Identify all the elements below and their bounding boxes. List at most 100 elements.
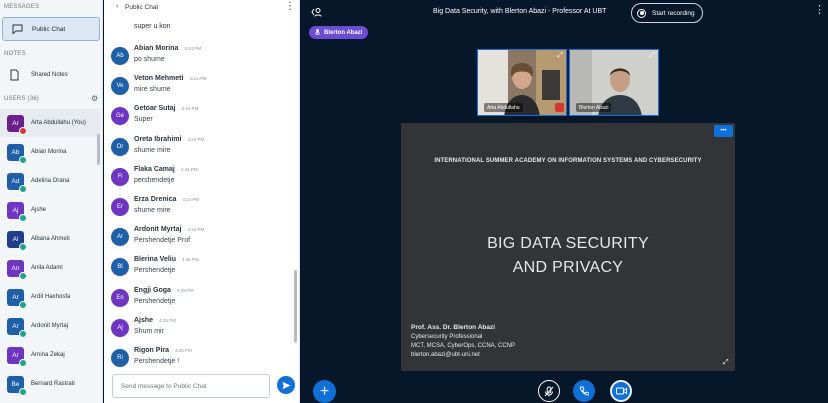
role-badge-icon [19, 242, 27, 251]
message-text: Pershendetje ! [134, 358, 180, 365]
webcam-tile[interactable]: ⤢ Arta Abdullahu [477, 49, 567, 116]
message-text: mire shume [134, 86, 171, 94]
chat-message: Ge Getoar Sutaj 4:24 PM Super [104, 102, 296, 132]
user-name: Ajshe [31, 207, 47, 213]
avatar-initials: Ar [12, 119, 19, 127]
message-time: 4:25 PM [176, 287, 194, 293]
slide-email: blerton.abazi@ubt-uni.net [411, 352, 480, 358]
chat-message: Bl Blerina Veliu 4:25 PM Pershendetje [104, 253, 296, 283]
start-recording-button[interactable]: Start recording [631, 3, 703, 23]
avatar: An [7, 259, 27, 280]
avatar-initials: An [11, 264, 20, 272]
chat-message: Er Erza Drenica 4:24 PM shume mire [104, 193, 296, 223]
role-badge-icon [19, 358, 27, 367]
user-list-item[interactable]: Be Bernard Rastrati [0, 370, 100, 398]
avatar-initials: Ri [117, 355, 123, 361]
send-message-button[interactable] [277, 376, 295, 394]
avatar-initials: Al [12, 235, 19, 243]
chat-scrollbar[interactable] [294, 270, 297, 343]
user-name: Albana Ahmeti [31, 236, 70, 242]
presentation-slide: ••• INTERNATIONAL SUMMER ACADEMY ON INFO… [401, 123, 735, 371]
message-time: 4:25 PM [159, 317, 176, 323]
notes-section-title: NOTES [4, 51, 26, 57]
chat-message: Ve Veton Mehmeti 4:24 PM mire shume [104, 72, 296, 102]
avatar-initials: Ab [116, 53, 124, 59]
chat-bubble-icon [12, 24, 23, 34]
role-badge-icon [19, 387, 27, 396]
chat-header: ‹ Public Chat ⋮ [104, 0, 300, 16]
expand-icon[interactable]: ⤢ [649, 52, 655, 60]
chat-message: En Engji Goga 4:25 PM Pershendetje [104, 284, 296, 314]
message-sender: Veton Mehmeti 4:24 PM [134, 75, 206, 82]
user-list-item[interactable]: Ab Abian Morina [0, 138, 100, 166]
avatar: Er [111, 198, 129, 216]
role-badge-icon [19, 329, 27, 338]
options-menu-icon[interactable]: ⋮ [814, 5, 825, 16]
message-text: Pershendetje [134, 297, 176, 305]
message-time: 4:24 PM [187, 227, 205, 233]
chat-message: Ab Abian Morina 4:24 PM po shume [104, 42, 296, 72]
role-badge-icon [19, 155, 27, 164]
user-list-item[interactable]: An Anila Adami [0, 254, 100, 282]
avatar: Ab [7, 143, 27, 164]
avatar-initials: Aj [12, 206, 19, 214]
chat-message-input[interactable] [112, 374, 270, 398]
gear-icon[interactable]: ⚙ [91, 95, 98, 103]
avatar: Ri [111, 349, 129, 367]
user-name: Ardit Haxhosfa [31, 294, 71, 300]
toggle-user-list-icon[interactable] [311, 7, 323, 17]
talker-name: Blerton Abazi [324, 29, 363, 36]
user-list-item[interactable]: Ar Ardit Haxhosfa [0, 283, 100, 311]
leave-audio-button[interactable] [573, 380, 595, 402]
user-list-item[interactable]: Aj Ajshe [0, 196, 100, 224]
message-time: 4:24 PM [189, 76, 207, 82]
user-list-item[interactable]: Ar Arnina Zekaj [0, 341, 100, 369]
sender-name: Engji Goga [134, 286, 171, 294]
avatar: Bl [111, 258, 129, 277]
sender-name: Blerina Veliu [134, 256, 177, 264]
message-text: shume mire [134, 146, 171, 154]
talking-indicator: Blerton Abazi [309, 26, 369, 39]
message-time: 4:24 PM [182, 197, 200, 202]
webcam-tile[interactable]: ⤢ Blerton Abazi [569, 49, 659, 116]
avatar-initials: Ar [12, 293, 19, 301]
message-text: shume mire [134, 207, 171, 214]
user-list-scrollbar[interactable] [97, 134, 100, 165]
user-list-item[interactable]: Ar Ardonit Myrtaj [0, 312, 100, 340]
fullscreen-icon[interactable]: ⤢ [723, 359, 729, 367]
avatar-initials: Or [116, 143, 124, 150]
expand-icon[interactable]: ⤢ [557, 52, 563, 60]
sender-name: Rigon Pira [134, 347, 170, 354]
share-webcam-button[interactable] [610, 380, 632, 402]
user-list-item[interactable]: Al Albana Ahmeti [0, 225, 100, 253]
message-sender: Blerina Veliu 4:25 PM [134, 256, 199, 263]
record-label: Start recording [652, 9, 695, 17]
message-sender: Erza Drenica 4:24 PM [134, 196, 199, 203]
mute-microphone-button[interactable] [538, 380, 560, 402]
record-icon [637, 8, 646, 18]
message-sender: Ajshe 4:25 PM [134, 317, 176, 324]
message-time: 4:24 PM [181, 106, 199, 112]
avatar-initials: Aj [117, 324, 123, 331]
public-chat-item[interactable]: Public Chat [2, 17, 100, 41]
avatar-initials: Ar [12, 322, 19, 330]
avatar-initials: Ad [11, 177, 20, 185]
chat-options-icon[interactable]: ⋮ [285, 2, 295, 12]
avatar: Ge [111, 107, 129, 126]
muted-mic-icon [555, 103, 564, 112]
presentation-options-button[interactable]: ••• [714, 125, 733, 137]
slide-certifications: MCT, MCSA, CyberOps, CCNA, CCNP [411, 343, 516, 349]
avatar: Ad [7, 172, 27, 193]
message-time: 4:25 PM [175, 348, 192, 353]
avatar: Or [111, 137, 129, 156]
avatar-initials: Bl [117, 264, 123, 271]
actions-plus-button[interactable]: + [313, 380, 336, 403]
message-text: super u kon [134, 23, 171, 30]
user-list-item[interactable]: Ar Arta Abdullahu (You) [0, 109, 100, 137]
chevron-left-icon[interactable]: ‹ [116, 3, 118, 10]
shared-notes-label: Shared Notes [31, 72, 68, 78]
shared-notes-item[interactable]: Shared Notes [2, 64, 100, 86]
role-badge-icon [19, 300, 27, 309]
user-list-item[interactable]: Ad Adelina Orana [0, 167, 100, 195]
chat-message: Aj Ajshe 4:25 PM Shum mir [104, 314, 296, 344]
